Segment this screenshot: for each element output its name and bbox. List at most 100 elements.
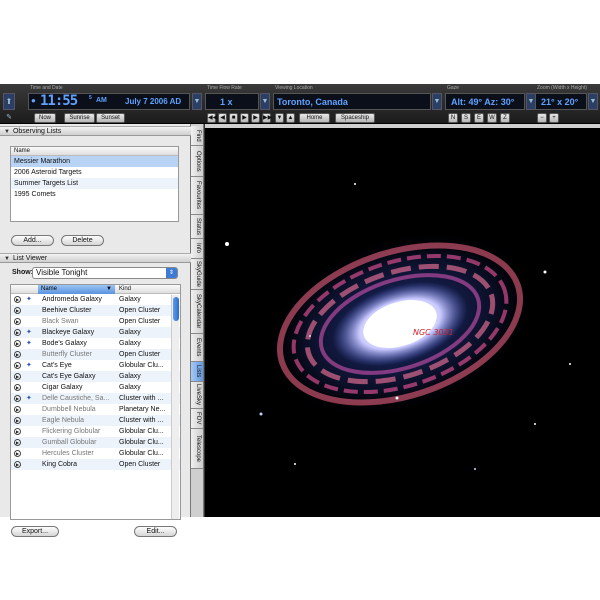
- tab-fov[interactable]: FOV: [191, 409, 203, 429]
- table-row[interactable]: ▶ Beehive Cluster Open Cluster: [11, 305, 180, 316]
- name-column-header[interactable]: Name ▼: [38, 285, 115, 294]
- scroll-thumb[interactable]: [173, 297, 179, 321]
- tab-livesky[interactable]: LiveSky: [191, 382, 203, 409]
- list-item[interactable]: 2006 Asteroid Targets: [11, 167, 178, 178]
- time-dropdown-icon[interactable]: ▼: [192, 93, 202, 110]
- delete-list-button[interactable]: Delete: [61, 235, 104, 246]
- row-name: King Cobra: [42, 461, 78, 468]
- tab-lists[interactable]: Lists: [191, 362, 203, 382]
- table-row[interactable]: ▶ Dumbbell Nebula Planetary Ne...: [11, 404, 180, 415]
- visibility-toggle-icon[interactable]: ▶: [14, 428, 21, 435]
- edit-button[interactable]: Edit...: [134, 526, 177, 537]
- visibility-toggle-icon[interactable]: ▶: [14, 329, 21, 336]
- row-kind: Galaxy: [119, 296, 141, 303]
- list-item[interactable]: Messier Marathon: [11, 156, 178, 167]
- table-row[interactable]: ▶ Flickering Globular Globular Clu...: [11, 426, 180, 437]
- move-down-button-icon[interactable]: ▼: [275, 113, 284, 123]
- table-row[interactable]: ▶ Hercules Cluster Globular Clu...: [11, 448, 180, 459]
- disclosure-triangle-icon[interactable]: ▼: [4, 256, 10, 262]
- table-row[interactable]: ▶ ✦ Bode's Galaxy Galaxy: [11, 338, 180, 349]
- zoom-dropdown-icon[interactable]: ▼: [588, 93, 598, 110]
- visibility-toggle-icon[interactable]: ▶: [14, 417, 21, 424]
- step-forward-button-icon[interactable]: ▶: [251, 113, 260, 123]
- tab-info[interactable]: Info: [191, 239, 203, 259]
- tab-favourites[interactable]: Favourites: [191, 177, 203, 215]
- visibility-toggle-icon[interactable]: ▶: [14, 395, 21, 402]
- zoom-out-button[interactable]: −: [537, 113, 547, 123]
- sky-view[interactable]: NGC 3031: [204, 124, 600, 517]
- table-row[interactable]: ▶ Butterfly Cluster Open Cluster: [11, 349, 180, 360]
- table-row[interactable]: ▶ Black Swan Open Cluster: [11, 316, 180, 327]
- kind-column-header[interactable]: Kind: [117, 285, 131, 294]
- compass-south-button[interactable]: S: [461, 113, 471, 123]
- visibility-toggle-icon[interactable]: ▶: [14, 406, 21, 413]
- observing-lists-header[interactable]: ▼ Observing Lists: [0, 126, 191, 136]
- tab-telescope[interactable]: Telescope: [191, 429, 203, 469]
- flow-dropdown-icon[interactable]: ▼: [260, 93, 270, 110]
- visibility-toggle-icon[interactable]: ▶: [14, 340, 21, 347]
- zoom-display[interactable]: 21° x 20°: [535, 93, 587, 110]
- table-row[interactable]: ▶ Cigar Galaxy Galaxy: [11, 382, 180, 393]
- row-kind: Open Cluster: [119, 351, 161, 358]
- tab-skycalendar[interactable]: SkyCalendar: [191, 290, 203, 334]
- row-kind: Globular Clu...: [119, 439, 164, 446]
- home-button[interactable]: Home: [299, 113, 330, 123]
- table-row[interactable]: ▶ King Cobra Open Cluster: [11, 459, 180, 470]
- sunset-button[interactable]: Sunset: [96, 113, 125, 123]
- tab-options[interactable]: Options: [191, 146, 203, 177]
- visibility-toggle-icon[interactable]: ▶: [14, 450, 21, 457]
- flow-rate-display[interactable]: 1 x: [205, 93, 259, 110]
- visibility-toggle-icon[interactable]: ▶: [14, 461, 21, 468]
- compass-north-button[interactable]: N: [448, 113, 458, 123]
- compass-west-button[interactable]: W: [487, 113, 497, 123]
- tab-status[interactable]: Status: [191, 215, 203, 239]
- list-scrollbar[interactable]: [171, 295, 179, 519]
- move-up-button-icon[interactable]: ▲: [286, 113, 295, 123]
- visibility-toggle-icon[interactable]: ▶: [14, 351, 21, 358]
- compass-zenith-button[interactable]: Z: [500, 113, 510, 123]
- tab-skyguide[interactable]: SkyGuide: [191, 259, 203, 290]
- visibility-toggle-icon[interactable]: ▶: [14, 373, 21, 380]
- fast-forward-button-icon[interactable]: ▶▶: [262, 113, 272, 123]
- list-column-header: Name ▼ Kind: [11, 285, 180, 294]
- now-button[interactable]: Now: [34, 113, 56, 123]
- time-display[interactable]: ● 11:55 5 AM July 7 2006 AD: [28, 93, 190, 110]
- zoom-in-button[interactable]: +: [549, 113, 559, 123]
- table-row[interactable]: ▶ ✦ Andromeda Galaxy Galaxy: [11, 294, 180, 305]
- tab-events[interactable]: Events: [191, 334, 203, 362]
- step-back-button-icon[interactable]: ◀: [218, 113, 227, 123]
- table-row[interactable]: ▶ ✦ Delle Caustiche, Sa... Cluster with ...: [11, 393, 180, 404]
- list-viewer-header[interactable]: ▼ List Viewer: [0, 253, 191, 263]
- visibility-toggle-icon[interactable]: ▶: [14, 439, 21, 446]
- obs-column-header[interactable]: Name: [11, 147, 178, 156]
- compass-east-button[interactable]: E: [474, 113, 484, 123]
- object-label[interactable]: NGC 3031: [413, 328, 454, 337]
- table-row[interactable]: ▶ ✦ Cat's Eye Globular Clu...: [11, 360, 180, 371]
- cursor-tool-icon[interactable]: ⬆: [3, 93, 15, 110]
- visibility-toggle-icon[interactable]: ▶: [14, 307, 21, 314]
- location-display[interactable]: Toronto, Canada: [273, 93, 431, 110]
- visibility-toggle-icon[interactable]: ▶: [14, 318, 21, 325]
- table-row[interactable]: ▶ ✦ Blackeye Galaxy Galaxy: [11, 327, 180, 338]
- rewind-button-icon[interactable]: ◀◀: [207, 113, 217, 123]
- spaceship-button[interactable]: Spaceship: [335, 113, 375, 123]
- list-item[interactable]: Summer Targets List: [11, 178, 178, 189]
- tab-find[interactable]: Find: [191, 126, 203, 146]
- wand-tool-icon[interactable]: ✎: [3, 113, 15, 123]
- disclosure-triangle-icon[interactable]: ▼: [4, 129, 10, 135]
- location-dropdown-icon[interactable]: ▼: [432, 93, 442, 110]
- table-row[interactable]: ▶ Eagle Nebula Cluster with ...: [11, 415, 180, 426]
- show-filter-select[interactable]: Visible Tonight ⇕: [32, 267, 178, 279]
- stop-button-icon[interactable]: ■: [229, 113, 238, 123]
- visibility-toggle-icon[interactable]: ▶: [14, 362, 21, 369]
- add-list-button[interactable]: Add...: [11, 235, 54, 246]
- list-item[interactable]: 1995 Comets: [11, 189, 178, 200]
- play-button-icon[interactable]: ▶: [240, 113, 249, 123]
- table-row[interactable]: ▶ Cat's Eye Galaxy Galaxy: [11, 371, 180, 382]
- export-button[interactable]: Export...: [11, 526, 59, 537]
- sunrise-button[interactable]: Sunrise: [64, 113, 95, 123]
- gaze-display[interactable]: Alt: 49° Az: 30°: [445, 93, 525, 110]
- visibility-toggle-icon[interactable]: ▶: [14, 384, 21, 391]
- table-row[interactable]: ▶ Gumball Globular Globular Clu...: [11, 437, 180, 448]
- visibility-toggle-icon[interactable]: ▶: [14, 296, 21, 303]
